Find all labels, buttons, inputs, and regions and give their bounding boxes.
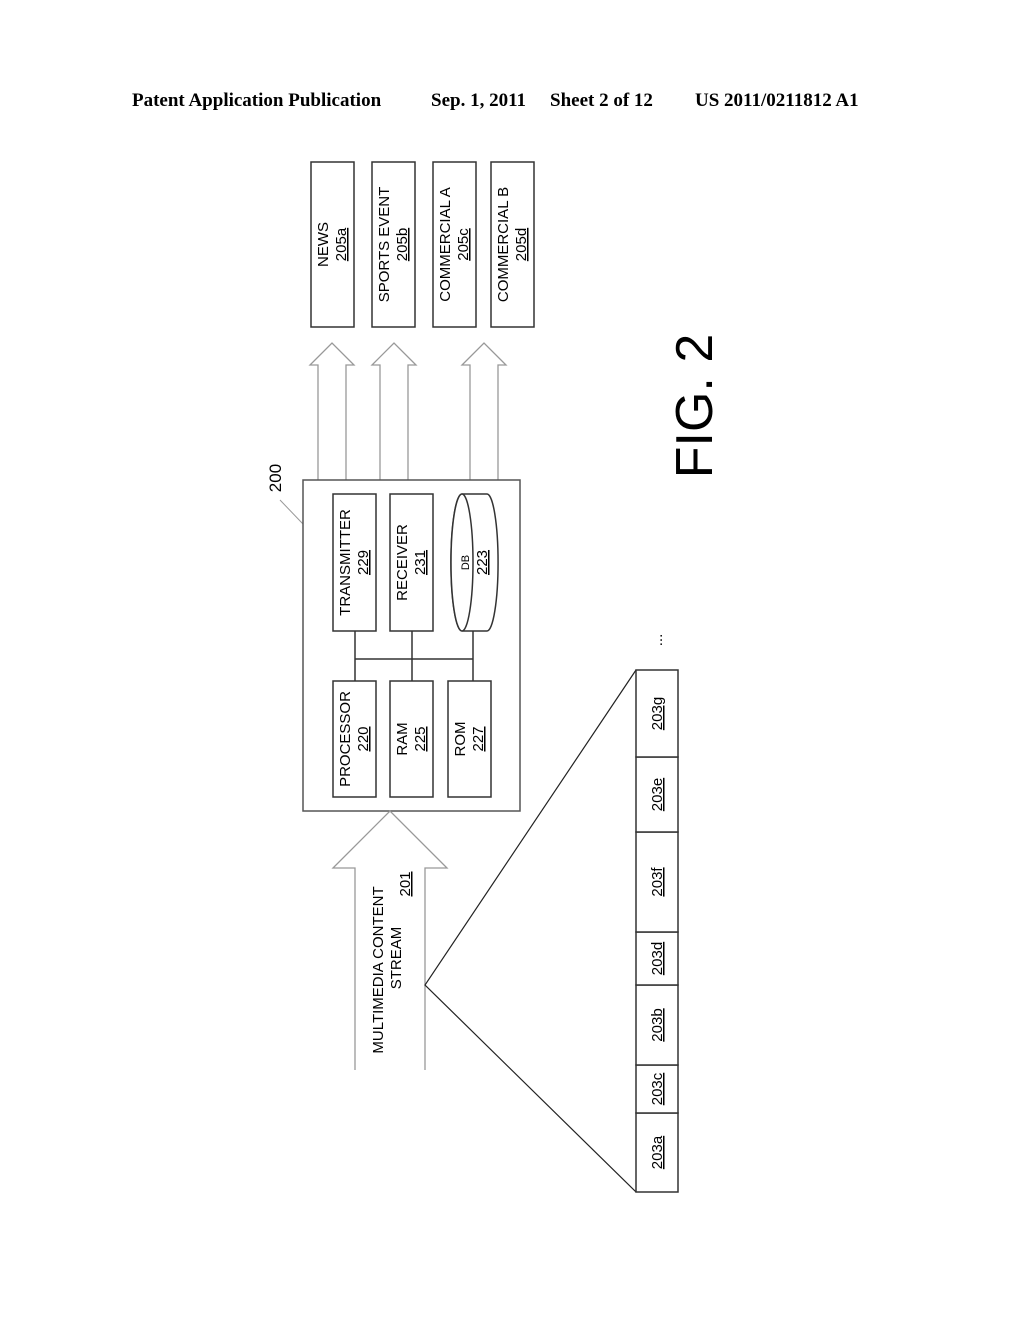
- segment-203a: 203a: [635, 1112, 679, 1193]
- segment-label: 203g: [649, 697, 666, 730]
- rom-ref: 227: [470, 726, 487, 751]
- output-commercial-a: COMMERCIAL A 205c: [432, 161, 477, 328]
- output-commercial-b: COMMERCIAL B 205d: [490, 161, 535, 328]
- segment-203b: 203b: [635, 984, 679, 1066]
- segment-203d: 203d: [635, 931, 679, 986]
- output-sports-event: SPORTS EVENT 205b: [371, 161, 416, 328]
- receiver-label: RECEIVER: [394, 524, 411, 601]
- segment-203e: 203e: [635, 756, 679, 833]
- output-sports-event-label: SPORTS EVENT: [376, 187, 393, 303]
- segment-bar: 203a 203c 203b 203d 203f 203e 203g: [635, 669, 679, 1193]
- figure-label: FIG. 2: [666, 334, 724, 478]
- output-commercial-b-ref: 205d: [513, 228, 530, 261]
- ram-label: RAM: [394, 722, 411, 755]
- segment-label: 203d: [649, 942, 666, 975]
- input-stream-ref: 201: [397, 871, 414, 896]
- segment-label: 203e: [649, 778, 666, 811]
- input-stream-label-line2: STREAM: [388, 927, 405, 990]
- transmitter-label: TRANSMITTER: [337, 509, 354, 616]
- system-bus: [354, 631, 474, 681]
- output-arrow-sports: [370, 342, 418, 480]
- segment-label: 203a: [649, 1135, 666, 1169]
- processor-label: PROCESSOR: [337, 691, 354, 787]
- transmitter-ref: 229: [355, 550, 372, 575]
- segment-203f: 203f: [635, 831, 679, 933]
- component-receiver: RECEIVER 231: [389, 493, 434, 632]
- output-arrow-commercial: [460, 342, 508, 480]
- segment-label: 203b: [649, 1008, 666, 1041]
- component-database: DB 223: [450, 493, 499, 632]
- output-news-label: NEWS: [315, 222, 332, 267]
- segment-203c: 203c: [635, 1064, 679, 1114]
- ram-ref: 225: [412, 726, 429, 751]
- segment-label: 203c: [649, 1072, 666, 1105]
- component-rom: ROM 227: [447, 680, 492, 798]
- segment-203g: 203g: [635, 669, 679, 758]
- component-ram: RAM 225: [389, 680, 434, 798]
- component-processor: PROCESSOR 220: [332, 680, 377, 798]
- output-commercial-a-label: COMMERCIAL A: [437, 187, 454, 301]
- rom-label: ROM: [452, 722, 469, 757]
- output-news: NEWS 205a: [310, 161, 355, 328]
- database-ref: 223: [474, 550, 491, 575]
- database-label: DB: [460, 555, 472, 570]
- input-stream-label-line1: MULTIMEDIA CONTENT: [370, 886, 387, 1053]
- receiver-ref: 231: [412, 550, 429, 575]
- component-transmitter: TRANSMITTER 229: [332, 493, 377, 632]
- device-ref: 200: [266, 464, 285, 492]
- segment-label: 203f: [649, 867, 666, 897]
- device-ref-leader: [279, 499, 304, 525]
- output-news-ref: 205a: [333, 227, 350, 261]
- output-arrow-news: [308, 342, 356, 480]
- output-commercial-a-ref: 205c: [455, 228, 472, 261]
- figure-2-diagram: NEWS 205a SPORTS EVENT 205b COMMERCIAL A…: [266, 161, 724, 1193]
- continuation-ellipsis: ...: [649, 634, 666, 647]
- processor-ref: 220: [355, 726, 372, 751]
- output-sports-event-ref: 205b: [394, 228, 411, 261]
- output-commercial-b-label: COMMERCIAL B: [495, 187, 512, 302]
